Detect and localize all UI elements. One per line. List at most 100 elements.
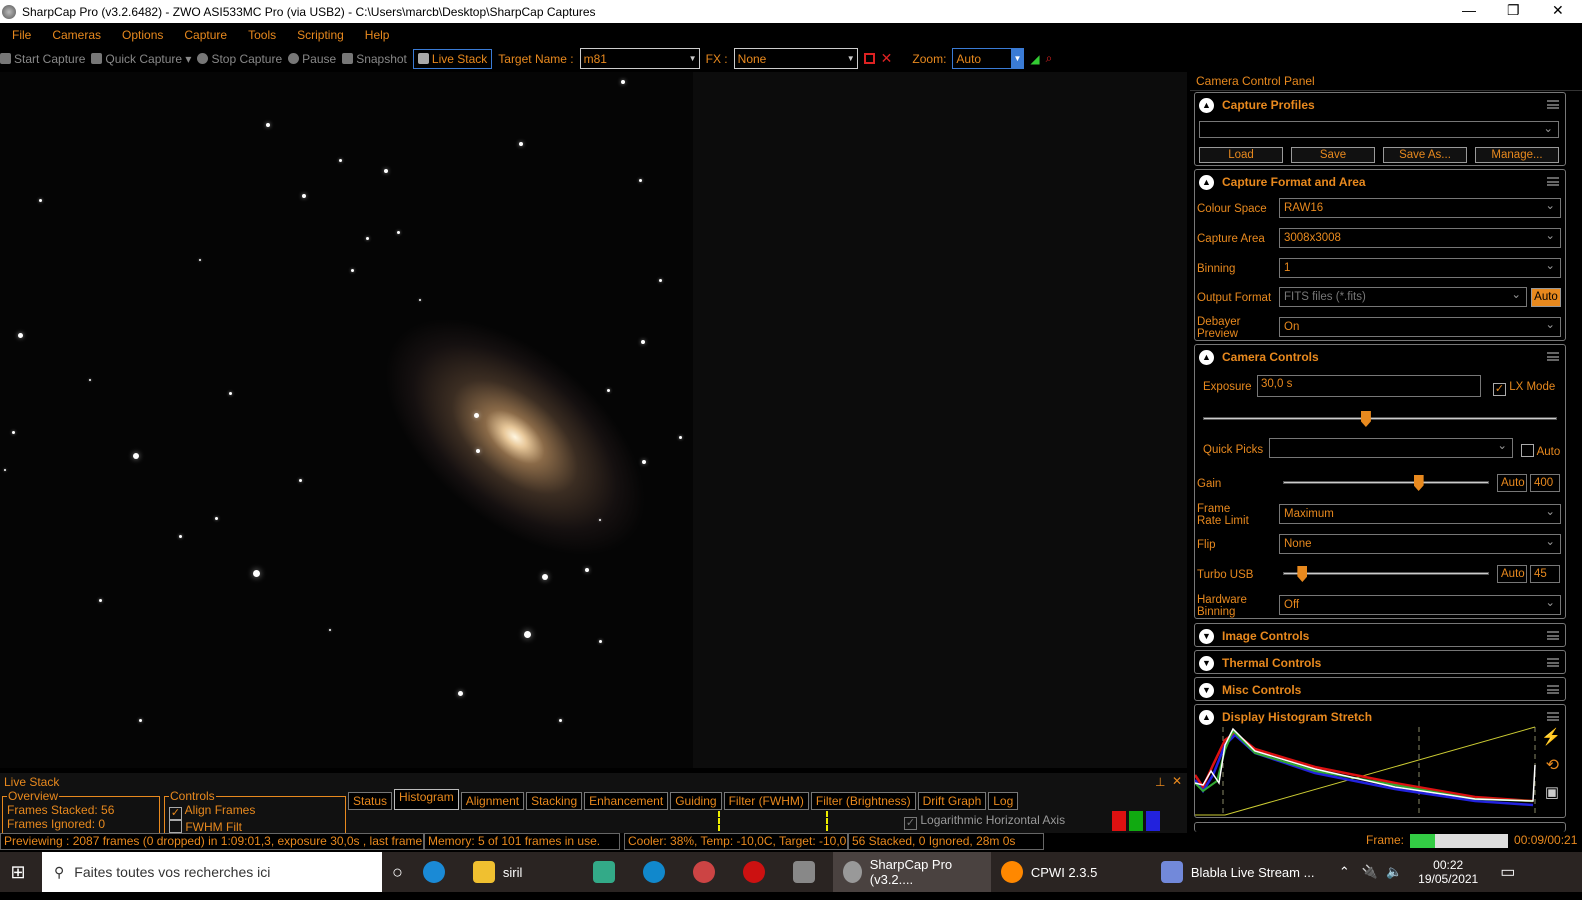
chevron-down-icon[interactable]: ▼ (1199, 628, 1214, 644)
profile-select[interactable] (1199, 121, 1559, 138)
log-axis-checkbox[interactable]: ✓ Logarithmic Horizontal Axis (904, 813, 1065, 830)
load-button[interactable]: Load (1199, 147, 1283, 163)
histogram-icon[interactable]: ◢ (1030, 52, 1039, 66)
app-icon[interactable] (783, 852, 833, 892)
fwhm-filter-checkbox[interactable]: FWHM Filt (169, 820, 341, 834)
maximize-button[interactable]: ❐ (1507, 2, 1520, 19)
tab-log[interactable]: Log (988, 792, 1019, 810)
turbo-auto-button[interactable]: Auto (1497, 565, 1527, 583)
start-capture-button[interactable]: Start Capture (0, 52, 85, 66)
slider-thumb[interactable] (1360, 411, 1371, 427)
camera-image[interactable] (0, 72, 693, 768)
taskbar-app-siril[interactable]: siril (463, 852, 583, 892)
close-button[interactable]: ✕ (1552, 2, 1564, 19)
taskbar-app-discord[interactable]: Blabla Live Stream ... (1151, 852, 1329, 892)
tab-filter-fwhm[interactable]: Filter (FWHM) (723, 792, 809, 810)
turbo-usb-slider[interactable] (1283, 566, 1489, 582)
flip-select[interactable]: None (1279, 534, 1561, 554)
tab-histogram[interactable]: Histogram (394, 789, 459, 810)
app-icon[interactable] (683, 852, 733, 892)
minimize-button[interactable]: — (1462, 2, 1476, 18)
capture-area-select[interactable]: 3008x3008 (1279, 228, 1561, 248)
tray-chevron-icon[interactable]: ⌃ (1339, 864, 1350, 880)
menu-icon[interactable] (1547, 177, 1559, 186)
tab-filter-brightness[interactable]: Filter (Brightness) (810, 792, 916, 810)
target-name-combo[interactable]: m81 ▼ (579, 48, 700, 69)
stop-capture-button[interactable]: Stop Capture (197, 52, 282, 66)
windows-start-icon[interactable]: ⊞ (0, 862, 36, 883)
taskbar-search[interactable]: ⚲ Faites toutes vos recherches ici (42, 852, 382, 892)
menu-icon[interactable] (1547, 658, 1559, 667)
zoom-combo[interactable]: Auto ▼ (952, 48, 1025, 69)
tab-enhancement[interactable]: Enhancement (584, 792, 669, 810)
chevron-down-icon[interactable]: ▼ (1199, 682, 1214, 698)
edge-icon[interactable] (413, 852, 463, 892)
quick-picks-select[interactable] (1269, 438, 1513, 458)
menu-capture[interactable]: Capture (172, 28, 236, 42)
output-format-select[interactable]: FITS files (*.fits) (1279, 287, 1527, 307)
app-icon[interactable] (633, 852, 683, 892)
save-icon[interactable]: ▣ (1545, 783, 1559, 801)
menu-icon[interactable] (1547, 631, 1559, 640)
fx-combo[interactable]: None ▼ (733, 48, 858, 69)
taskbar-app-cpwi[interactable]: CPWI 2.3.5 (991, 852, 1151, 892)
exposure-slider[interactable] (1203, 411, 1557, 427)
volume-icon[interactable]: 🔈 (1386, 864, 1402, 880)
taskbar-app-sharpcap[interactable]: SharpCap Pro (v3.2.... (832, 852, 991, 892)
menu-icon[interactable] (1547, 352, 1559, 361)
slider-thumb[interactable] (1413, 475, 1424, 491)
menu-icon[interactable] (1547, 712, 1559, 721)
next-group[interactable] (1194, 822, 1566, 832)
pin-icon[interactable]: ⊥ (1155, 775, 1165, 789)
chevron-down-icon[interactable]: ▼ (1199, 655, 1214, 671)
tab-status[interactable]: Status (348, 792, 393, 810)
output-auto-button[interactable]: Auto (1531, 288, 1561, 307)
blue-channel-toggle[interactable] (1146, 811, 1160, 831)
clock[interactable]: 00:22 19/05/2021 (1418, 858, 1478, 886)
snapshot-button[interactable]: Snapshot (342, 52, 407, 66)
app-icon[interactable] (733, 852, 783, 892)
binning-select[interactable]: 1 (1279, 258, 1561, 278)
menu-icon[interactable] (1547, 100, 1559, 109)
gain-input[interactable]: 400 (1530, 474, 1560, 492)
hw-binning-select[interactable]: Off (1279, 595, 1561, 615)
thermal-controls-group[interactable]: ▼ Thermal Controls (1194, 650, 1566, 674)
align-frames-checkbox[interactable]: ✓ Align Frames (169, 803, 341, 820)
tab-stacking[interactable]: Stacking (526, 792, 583, 810)
debayer-select[interactable]: On (1279, 317, 1561, 337)
turbo-input[interactable]: 45 (1530, 565, 1560, 583)
quick-capture-button[interactable]: Quick Capture ▾ (91, 52, 191, 66)
reset-icon[interactable]: ⟲ (1546, 755, 1559, 775)
colour-space-select[interactable]: RAW16 (1279, 198, 1561, 218)
chevron-up-icon[interactable]: ▲ (1199, 709, 1214, 725)
zoom-search-icon[interactable]: ⌕ (1046, 51, 1053, 66)
image-controls-group[interactable]: ▼ Image Controls (1194, 623, 1566, 647)
tab-guiding[interactable]: Guiding (670, 792, 722, 810)
menu-icon[interactable] (1547, 685, 1559, 694)
live-stack-button[interactable]: Live Stack (412, 48, 493, 69)
save-button[interactable]: Save (1291, 147, 1375, 163)
menu-file[interactable]: File (0, 28, 40, 42)
chevron-down-icon[interactable]: ▼ (686, 49, 699, 68)
crosshair-icon[interactable]: ✕ (881, 50, 893, 67)
pause-button[interactable]: Pause (288, 52, 336, 66)
chevron-up-icon[interactable]: ▲ (1199, 97, 1214, 113)
red-channel-toggle[interactable] (1112, 811, 1126, 831)
close-icon[interactable]: ✕ (1172, 774, 1182, 788)
reticle-icon[interactable] (863, 53, 875, 64)
frame-rate-select[interactable]: Maximum (1279, 504, 1561, 524)
gain-slider[interactable] (1283, 475, 1489, 491)
tab-drift-graph[interactable]: Drift Graph (917, 792, 987, 810)
histogram-range-markers[interactable] (718, 811, 828, 831)
menu-scripting[interactable]: Scripting (285, 28, 353, 42)
notifications-icon[interactable]: ▭ (1500, 862, 1515, 882)
auto-stretch-lightning-icon[interactable]: ⚡ (1541, 727, 1561, 747)
menu-cameras[interactable]: Cameras (40, 28, 110, 42)
misc-controls-group[interactable]: ▼ Misc Controls (1194, 677, 1566, 701)
power-icon[interactable]: 🔌 (1362, 864, 1378, 880)
slider-thumb[interactable] (1297, 566, 1308, 582)
exposure-input[interactable]: 30,0 s (1257, 375, 1481, 397)
menu-help[interactable]: Help (353, 28, 399, 42)
gain-auto-button[interactable]: Auto (1497, 474, 1527, 492)
histogram-plot[interactable] (1195, 725, 1537, 817)
